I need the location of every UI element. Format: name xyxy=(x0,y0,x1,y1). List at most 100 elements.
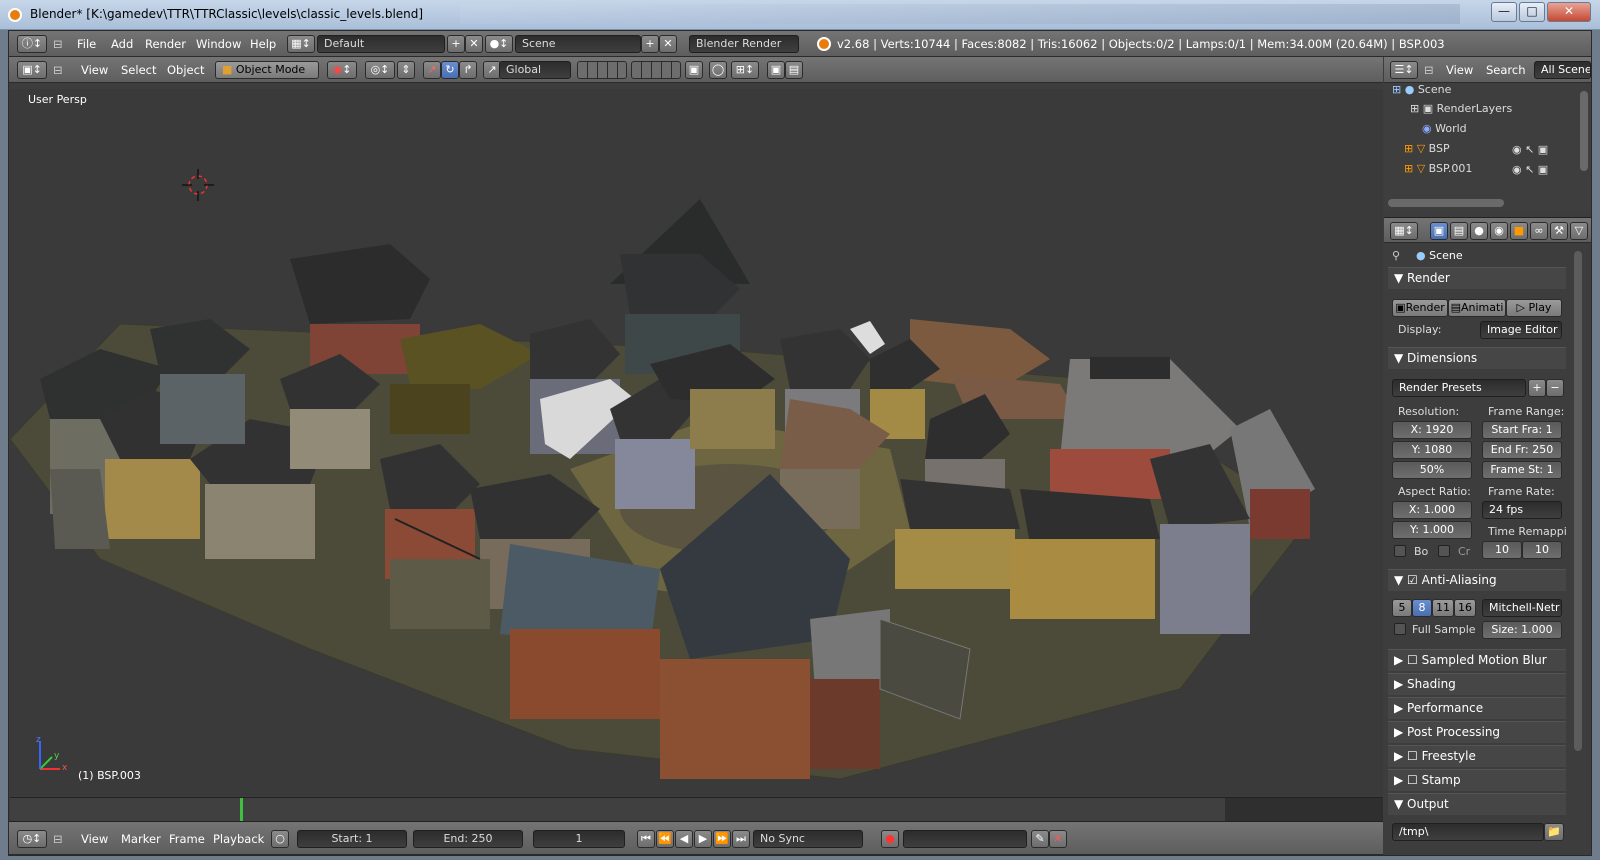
menu-object[interactable]: Object xyxy=(167,63,204,77)
output-panel-header[interactable]: ▼ Output xyxy=(1388,793,1566,815)
menu-view[interactable]: View xyxy=(81,832,108,846)
visibility-eye-icon[interactable]: ◉ ↖ ▣ xyxy=(1512,143,1548,156)
aa-size-field[interactable]: Size: 1.000 xyxy=(1482,621,1562,639)
translate-manipulator-icon[interactable]: ↗ xyxy=(423,61,441,79)
remove-scene-icon[interactable]: ✕ xyxy=(659,35,677,53)
border-checkbox[interactable] xyxy=(1394,545,1406,557)
play-reverse-icon[interactable]: ◀ xyxy=(675,830,693,848)
end-frame-field[interactable]: End Fr: 250 xyxy=(1482,441,1562,459)
aspect-y-field[interactable]: Y: 1.000 xyxy=(1392,521,1472,539)
animation-button[interactable]: ▤Animati xyxy=(1448,299,1506,317)
shading-panel[interactable]: ▶ Shading xyxy=(1388,673,1566,695)
sync-mode-select[interactable]: No Sync xyxy=(753,830,863,848)
layer-lock-icon[interactable]: ▣ xyxy=(685,61,703,79)
outliner-item-scene[interactable]: ⊞ ● Scene xyxy=(1392,83,1572,97)
scene-icon[interactable]: ●↕ xyxy=(485,35,513,53)
render-button[interactable]: ▣Render xyxy=(1392,299,1448,317)
render-layers-context-icon[interactable]: ▤ xyxy=(1450,222,1468,240)
post-processing-panel[interactable]: ▶ Post Processing xyxy=(1388,721,1566,743)
add-screen-icon[interactable]: + xyxy=(447,35,465,53)
record-keyframe-icon[interactable]: ● xyxy=(881,830,899,848)
play-button[interactable]: ▷ Play xyxy=(1506,299,1562,317)
render-context-icon[interactable]: ▣ xyxy=(1430,222,1448,240)
resolution-percentage-field[interactable]: 50% xyxy=(1392,461,1472,479)
menu-file[interactable]: File xyxy=(77,37,96,51)
outliner-hscrollbar[interactable] xyxy=(1388,199,1504,207)
rotate-manipulator-icon[interactable]: ↻ xyxy=(441,61,459,79)
anti-aliasing-panel-header[interactable]: ▼ ☑ Anti-Aliasing xyxy=(1388,569,1566,591)
aa-samples-5[interactable]: 5 xyxy=(1392,599,1412,617)
menu-view[interactable]: View xyxy=(1446,63,1473,77)
remap-new-field[interactable]: 10 xyxy=(1522,541,1562,559)
outliner-list[interactable]: ⊞ ● Scene ⊞ ▣ RenderLayers ◉ World ⊞ ▽ B… xyxy=(1384,83,1591,211)
object-context-icon[interactable]: ■ xyxy=(1510,222,1528,240)
start-frame-field[interactable]: Start: 1 xyxy=(297,830,407,848)
insert-keyframe-icon[interactable]: ✎ xyxy=(1031,830,1049,848)
transform-orientation-select[interactable]: Global xyxy=(499,61,571,79)
aa-samples-11[interactable]: 11 xyxy=(1432,599,1454,617)
delete-keyframe-icon[interactable]: ✕ xyxy=(1049,830,1067,848)
world-context-icon[interactable]: ◉ xyxy=(1490,222,1508,240)
menu-window[interactable]: Window xyxy=(196,37,241,51)
add-preset-icon[interactable]: + xyxy=(1528,379,1546,397)
render-panel-header[interactable]: ▼ Render xyxy=(1388,267,1566,289)
menu-add[interactable]: Add xyxy=(111,37,133,51)
performance-panel[interactable]: ▶ Performance xyxy=(1388,697,1566,719)
menu-search[interactable]: Search xyxy=(1486,63,1526,77)
editor-type-3d-icon[interactable]: ▣↕ xyxy=(17,61,47,79)
sampled-motion-blur-panel[interactable]: ▶ ☐ Sampled Motion Blur xyxy=(1388,649,1566,671)
menu-help[interactable]: Help xyxy=(250,37,276,51)
properties-scrollbar[interactable] xyxy=(1574,251,1582,751)
editor-type-timeline-icon[interactable]: ◷↕ xyxy=(17,830,47,848)
aa-samples-16[interactable]: 16 xyxy=(1454,599,1476,617)
viewport-3d[interactable]: User Persp x y z (1) BSP.003 xyxy=(10,89,1383,796)
maximize-button[interactable]: □ xyxy=(1519,2,1545,22)
end-frame-field[interactable]: End: 250 xyxy=(413,830,523,848)
output-path-field[interactable]: /tmp\ xyxy=(1392,823,1544,841)
stamp-panel[interactable]: ▶ ☐ Stamp xyxy=(1388,769,1566,791)
freestyle-panel[interactable]: ▶ ☐ Freestyle xyxy=(1388,745,1566,767)
collapse-menu-icon[interactable]: ⊟ xyxy=(53,832,63,846)
dimensions-panel-header[interactable]: ▼ Dimensions xyxy=(1388,347,1566,369)
frame-step-field[interactable]: Frame St: 1 xyxy=(1482,461,1562,479)
jump-keyframe-back-icon[interactable]: ⏪ xyxy=(656,830,674,848)
close-button[interactable]: ✕ xyxy=(1547,2,1591,22)
menu-frame[interactable]: Frame xyxy=(169,832,205,846)
jump-start-icon[interactable]: ⏮ xyxy=(637,830,655,848)
current-frame-field[interactable]: 1 xyxy=(533,830,625,848)
proportional-edit-icon[interactable]: ◯ xyxy=(709,61,727,79)
outliner-item-world[interactable]: ◉ World xyxy=(1422,119,1467,139)
collapse-menu-icon[interactable]: ⊟ xyxy=(1424,63,1434,77)
visibility-eye-icon[interactable]: ◉ ↖ ▣ xyxy=(1512,163,1548,176)
file-browse-icon[interactable]: 📁 xyxy=(1544,823,1564,841)
data-context-icon[interactable]: ▽ xyxy=(1570,222,1588,240)
aspect-x-field[interactable]: X: 1.000 xyxy=(1392,501,1472,519)
editor-type-outliner-icon[interactable]: ☰↕ xyxy=(1390,61,1418,79)
collapse-menu-icon[interactable]: ⊟ xyxy=(53,37,63,51)
render-still-icon[interactable]: ▣ xyxy=(767,61,785,79)
layers-grid-right[interactable] xyxy=(631,61,681,79)
display-mode-select[interactable]: All Scene xyxy=(1534,61,1591,79)
resolution-x-field[interactable]: X: 1920 xyxy=(1392,421,1472,439)
full-sample-checkbox[interactable] xyxy=(1394,623,1406,635)
jump-end-icon[interactable]: ⏭ xyxy=(732,830,750,848)
play-icon[interactable]: ▶ xyxy=(694,830,712,848)
remove-preset-icon[interactable]: − xyxy=(1546,379,1564,397)
snap-element-icon[interactable]: ⊞↕ xyxy=(731,61,759,79)
display-select[interactable]: Image Editor xyxy=(1480,321,1562,339)
pivot-point-icon[interactable]: ◎↕ xyxy=(365,61,395,79)
screen-layout-icon[interactable]: ▦↕ xyxy=(287,35,315,53)
remap-old-field[interactable]: 10 xyxy=(1482,541,1522,559)
scene-context-icon[interactable]: ● xyxy=(1470,222,1488,240)
resolution-y-field[interactable]: Y: 1080 xyxy=(1392,441,1472,459)
mode-select[interactable]: ■ Object Mode xyxy=(215,61,319,79)
collapse-menu-icon[interactable]: ⊟ xyxy=(53,63,63,77)
remove-screen-icon[interactable]: ✕ xyxy=(465,35,483,53)
outliner-item-bsp001[interactable]: ⊞ ▽ BSP.001 xyxy=(1404,159,1472,179)
menu-playback[interactable]: Playback xyxy=(213,832,264,846)
constraints-context-icon[interactable]: ∞ xyxy=(1530,222,1548,240)
render-presets-select[interactable]: Render Presets xyxy=(1392,379,1526,397)
crop-checkbox[interactable] xyxy=(1438,545,1450,557)
outliner-vscrollbar[interactable] xyxy=(1580,91,1588,171)
render-animation-icon[interactable]: ▤ xyxy=(785,61,803,79)
